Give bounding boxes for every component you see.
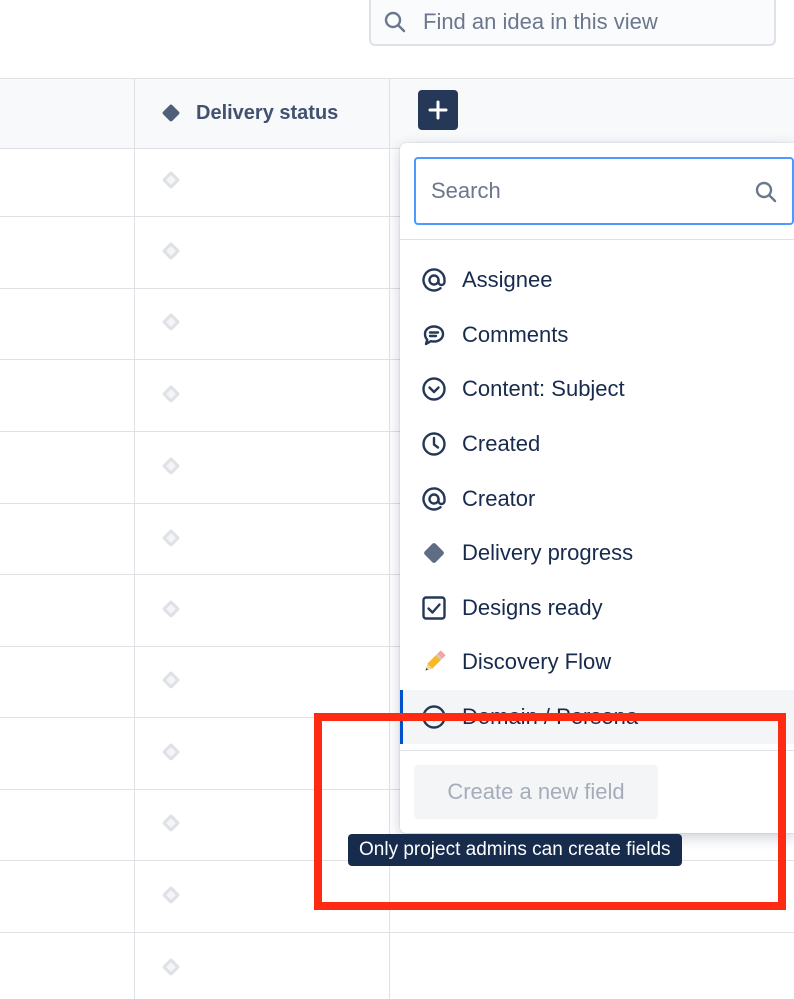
search-icon	[755, 181, 777, 203]
field-item-assignee[interactable]: Assignee	[400, 253, 794, 308]
delivery-status-cell-diamond-icon[interactable]	[160, 741, 182, 763]
field-item-created[interactable]: Created	[400, 417, 794, 472]
delivery-status-cell-diamond-icon[interactable]	[160, 240, 182, 262]
field-item-label: Assignee	[462, 267, 553, 293]
clock-icon	[420, 430, 448, 458]
at-icon	[420, 266, 448, 294]
field-item-label: Content: Subject	[462, 376, 625, 402]
add-column-button[interactable]	[418, 90, 458, 130]
comment-icon	[420, 321, 448, 349]
delivery-status-cell-diamond-icon[interactable]	[160, 169, 182, 191]
field-item-label: Delivery progress	[462, 540, 634, 566]
diamond-icon	[162, 104, 180, 122]
view-search-field[interactable]	[369, 0, 776, 46]
checkbox-icon	[420, 594, 448, 622]
highlight-box	[314, 713, 786, 910]
field-item-label: Creator	[462, 485, 536, 511]
delivery-status-cell-diamond-icon[interactable]	[160, 812, 182, 834]
field-item-label: Discovery Flow	[462, 649, 612, 675]
field-list: Assignee Comments Content: Subject Creat…	[400, 253, 794, 745]
at-icon	[420, 485, 448, 513]
field-item-designs-ready[interactable]: Designs ready	[400, 581, 794, 636]
delivery-status-cell-diamond-icon[interactable]	[160, 527, 182, 549]
field-item-content-subject[interactable]: Content: Subject	[400, 362, 794, 417]
table-header-row	[0, 78, 794, 149]
field-item-label: Designs ready	[462, 594, 603, 620]
divider	[400, 239, 794, 240]
chevron-circle-icon	[420, 375, 448, 403]
delivery-status-cell-diamond-icon[interactable]	[160, 884, 182, 906]
row-divider	[0, 932, 794, 933]
delivery-status-cell-diamond-icon[interactable]	[160, 311, 182, 333]
view-search-input[interactable]	[423, 9, 763, 35]
delivery-status-cell-diamond-icon[interactable]	[160, 455, 182, 477]
delivery-status-cell-diamond-icon[interactable]	[160, 383, 182, 405]
field-item-delivery-progress[interactable]: Delivery progress	[400, 526, 794, 581]
field-item-comments[interactable]: Comments	[400, 308, 794, 363]
diamond-icon	[420, 539, 448, 567]
delivery-status-cell-diamond-icon[interactable]	[160, 956, 182, 978]
field-search-input[interactable]	[431, 178, 741, 204]
column-header-label: Delivery status	[196, 101, 339, 124]
field-item-creator[interactable]: Creator	[400, 471, 794, 526]
search-icon	[384, 11, 406, 33]
delivery-status-cell-diamond-icon[interactable]	[160, 669, 182, 691]
delivery-status-cell-diamond-icon[interactable]	[160, 598, 182, 620]
field-search-field[interactable]	[414, 157, 794, 225]
field-item-label: Created	[462, 431, 541, 457]
plus-icon	[428, 100, 448, 120]
column-header-delivery-status[interactable]: Delivery status	[160, 100, 338, 126]
pencil-emoji-icon	[420, 648, 448, 676]
field-item-discovery-flow[interactable]: Discovery Flow	[400, 635, 794, 690]
field-item-label: Comments	[462, 321, 569, 347]
